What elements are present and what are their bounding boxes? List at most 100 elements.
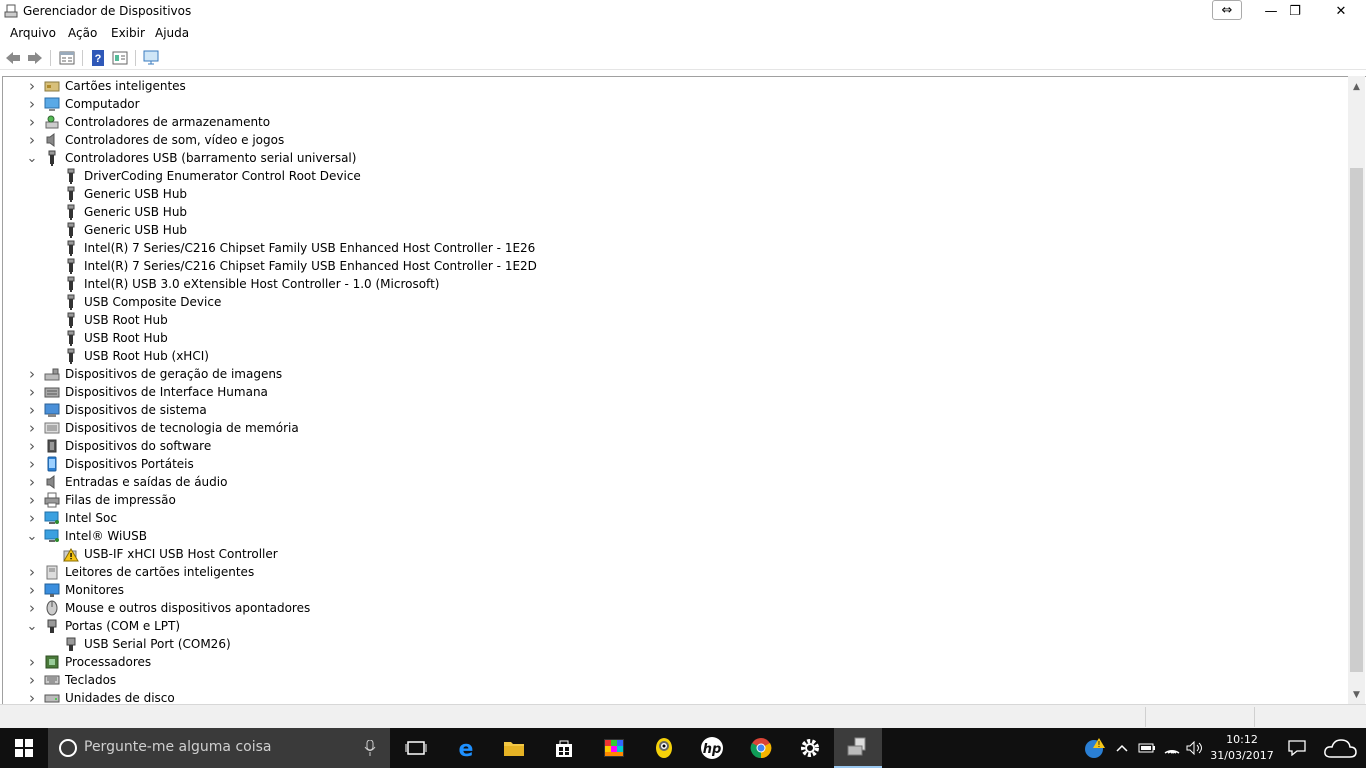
tree-category[interactable]: › Teclados bbox=[3, 671, 1349, 689]
search-box[interactable]: Pergunte-me alguma coisa bbox=[48, 728, 390, 768]
expand-chevron-icon[interactable]: › bbox=[26, 437, 38, 455]
tree-device[interactable]: USB Root Hub bbox=[3, 329, 1349, 347]
tree-category[interactable]: › Unidades de disco bbox=[3, 689, 1349, 704]
minion-app-icon[interactable] bbox=[640, 728, 688, 768]
tree-category[interactable]: › Dispositivos de tecnologia de memória bbox=[3, 419, 1349, 437]
expand-chevron-icon[interactable]: › bbox=[26, 95, 38, 113]
tree-category[interactable]: › Dispositivos de sistema bbox=[3, 401, 1349, 419]
back-icon[interactable] bbox=[4, 49, 22, 67]
forward-icon[interactable] bbox=[26, 49, 44, 67]
tree-category[interactable]: › Computador bbox=[3, 95, 1349, 113]
file-explorer-icon[interactable] bbox=[490, 728, 538, 768]
photos-app-icon[interactable] bbox=[590, 728, 638, 768]
tree-device[interactable]: USB Serial Port (COM26) bbox=[3, 635, 1349, 653]
expand-chevron-icon[interactable]: › bbox=[26, 581, 38, 599]
menu-acao[interactable]: Ação bbox=[68, 26, 97, 40]
expand-chevron-icon[interactable]: › bbox=[26, 671, 38, 689]
tree-category[interactable]: › Dispositivos de Interface Humana bbox=[3, 383, 1349, 401]
tree-category[interactable]: ⌄ Controladores USB (barramento serial un… bbox=[3, 149, 1349, 167]
expand-chevron-icon[interactable]: › bbox=[26, 563, 38, 581]
clock[interactable]: 10:12 31/03/2017 bbox=[1210, 732, 1274, 764]
tree-category[interactable]: › Dispositivos Portáteis bbox=[3, 455, 1349, 473]
battery-icon[interactable] bbox=[1136, 728, 1158, 768]
menu-exibir[interactable]: Exibir bbox=[111, 26, 145, 40]
tree-category[interactable]: › Monitores bbox=[3, 581, 1349, 599]
tree-category[interactable]: › Dispositivos do software bbox=[3, 437, 1349, 455]
scrollbar-thumb[interactable] bbox=[1350, 168, 1363, 672]
wifi-icon[interactable] bbox=[1160, 728, 1184, 768]
expand-chevron-icon[interactable]: › bbox=[26, 473, 38, 491]
tree-device[interactable]: USB-IF xHCI USB Host Controller bbox=[3, 545, 1349, 563]
vertical-scrollbar[interactable]: ▲ ▼ bbox=[1348, 76, 1365, 704]
expand-chevron-icon[interactable]: › bbox=[26, 653, 38, 671]
start-button[interactable] bbox=[0, 728, 48, 768]
device-manager-taskbar-icon[interactable] bbox=[834, 728, 882, 768]
tree-category[interactable]: › Processadores bbox=[3, 653, 1349, 671]
tree-category[interactable]: › Filas de impressão bbox=[3, 491, 1349, 509]
tree-device[interactable]: Intel(R) 7 Series/C216 Chipset Family US… bbox=[3, 257, 1349, 275]
expand-chevron-icon[interactable]: › bbox=[26, 599, 38, 617]
expand-chevron-icon[interactable]: › bbox=[26, 113, 38, 131]
tree-category[interactable]: ⌄ Portas (COM e LPT) bbox=[3, 617, 1349, 635]
task-view-icon[interactable] bbox=[392, 728, 440, 768]
help-icon[interactable]: ? bbox=[89, 49, 107, 67]
tree-category[interactable]: › Controladores de armazenamento bbox=[3, 113, 1349, 131]
chrome-icon[interactable] bbox=[737, 728, 785, 768]
expand-chevron-icon[interactable]: › bbox=[26, 77, 38, 95]
scroll-up-icon[interactable]: ▲ bbox=[1348, 78, 1365, 95]
restore-button[interactable]: ❐ bbox=[1272, 0, 1318, 22]
device-tree: › Cartões inteligentes › Computador › Control… bbox=[3, 77, 1349, 704]
tree-category[interactable]: › Dispositivos de geração de imagens bbox=[3, 365, 1349, 383]
menu-arquivo[interactable]: Arquivo bbox=[10, 26, 56, 40]
microphone-icon[interactable] bbox=[364, 740, 376, 756]
collapse-chevron-icon[interactable]: ⌄ bbox=[26, 618, 38, 634]
close-button[interactable]: ✕ bbox=[1318, 0, 1364, 22]
properties-icon[interactable] bbox=[58, 49, 76, 67]
tree-category[interactable]: › Controladores de som, vídeo e jogos bbox=[3, 131, 1349, 149]
expand-chevron-icon[interactable]: › bbox=[26, 401, 38, 419]
app-update-tray-icon[interactable]: ! bbox=[1080, 728, 1110, 768]
expand-chevron-icon[interactable]: › bbox=[26, 131, 38, 149]
collapse-chevron-icon[interactable]: ⌄ bbox=[26, 150, 38, 166]
tree-category[interactable]: › Cartões inteligentes bbox=[3, 77, 1349, 95]
action-center-icon[interactable] bbox=[1284, 728, 1310, 768]
tree-device[interactable]: Generic USB Hub bbox=[3, 203, 1349, 221]
onedrive-icon[interactable] bbox=[1320, 728, 1360, 768]
store-icon[interactable] bbox=[540, 728, 588, 768]
toolbar-separator bbox=[82, 50, 83, 66]
scan-hardware-icon[interactable] bbox=[143, 49, 161, 67]
tree-item-label: Dispositivos de Interface Humana bbox=[65, 385, 268, 399]
expand-chevron-icon[interactable]: › bbox=[26, 419, 38, 437]
expand-chevron-icon[interactable]: › bbox=[26, 509, 38, 527]
monitor-icon bbox=[44, 583, 60, 597]
edge-icon[interactable]: e bbox=[442, 728, 490, 768]
show-hidden-icons-icon[interactable] bbox=[1112, 728, 1132, 768]
collapse-chevron-icon[interactable]: ⌄ bbox=[26, 528, 38, 544]
tree-device[interactable]: USB Root Hub (xHCI) bbox=[3, 347, 1349, 365]
snap-button[interactable]: ⇔ bbox=[1212, 0, 1242, 20]
tree-device[interactable]: Generic USB Hub bbox=[3, 185, 1349, 203]
scroll-down-icon[interactable]: ▼ bbox=[1348, 686, 1365, 703]
expand-chevron-icon[interactable]: › bbox=[26, 365, 38, 383]
update-driver-icon[interactable] bbox=[111, 49, 129, 67]
expand-chevron-icon[interactable]: › bbox=[26, 455, 38, 473]
tree-device[interactable]: DriverCoding Enumerator Control Root Dev… bbox=[3, 167, 1349, 185]
tree-category[interactable]: › Mouse e outros dispositivos apontadores bbox=[3, 599, 1349, 617]
hp-icon[interactable]: hp bbox=[688, 728, 736, 768]
tree-device[interactable]: Intel(R) USB 3.0 eXtensible Host Control… bbox=[3, 275, 1349, 293]
tree-device[interactable]: USB Root Hub bbox=[3, 311, 1349, 329]
tree-category[interactable]: › Leitores de cartões inteligentes bbox=[3, 563, 1349, 581]
tree-category[interactable]: › Intel Soc bbox=[3, 509, 1349, 527]
tree-device[interactable]: Generic USB Hub bbox=[3, 221, 1349, 239]
smartcard-icon bbox=[44, 81, 60, 92]
expand-chevron-icon[interactable]: › bbox=[26, 689, 38, 704]
volume-icon[interactable] bbox=[1184, 728, 1206, 768]
tree-category[interactable]: ⌄ Intel® WiUSB bbox=[3, 527, 1349, 545]
tree-category[interactable]: › Entradas e saídas de áudio bbox=[3, 473, 1349, 491]
tree-device[interactable]: USB Composite Device bbox=[3, 293, 1349, 311]
settings-icon[interactable] bbox=[786, 728, 834, 768]
tree-device[interactable]: Intel(R) 7 Series/C216 Chipset Family US… bbox=[3, 239, 1349, 257]
menu-ajuda[interactable]: Ajuda bbox=[155, 26, 189, 40]
expand-chevron-icon[interactable]: › bbox=[26, 383, 38, 401]
expand-chevron-icon[interactable]: › bbox=[26, 491, 38, 509]
